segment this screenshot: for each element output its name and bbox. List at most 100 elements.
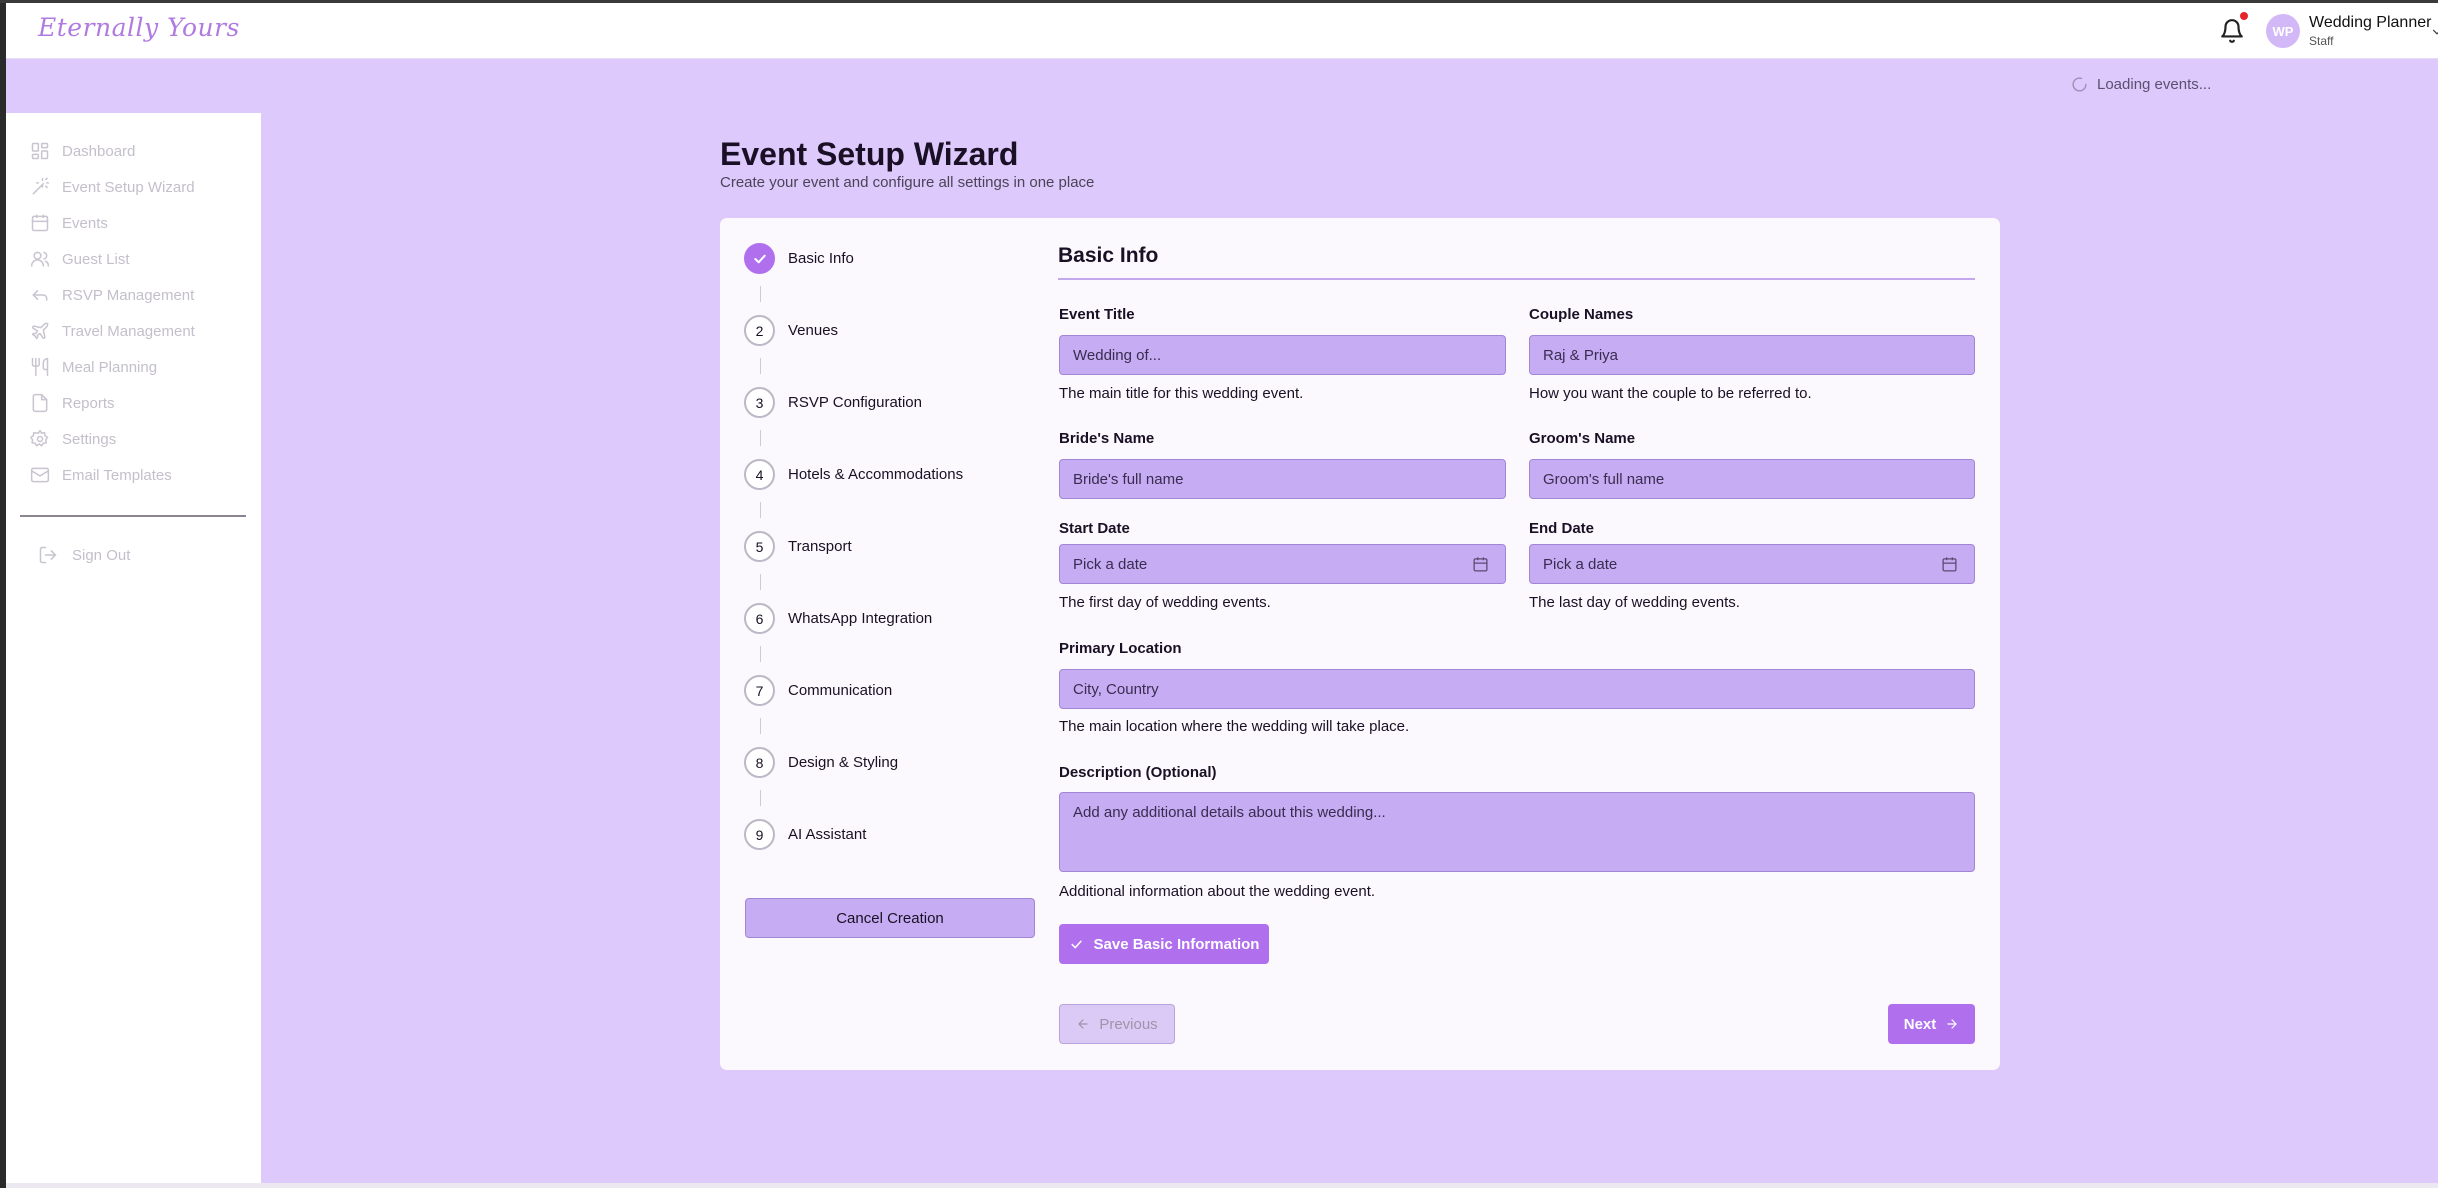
save-label: Save Basic Information bbox=[1093, 935, 1260, 953]
file-icon bbox=[32, 393, 48, 413]
reply-icon bbox=[32, 290, 48, 301]
sidebar: Dashboard Event Setup Wizard Events Gues… bbox=[6, 113, 261, 1183]
sidebar-item-event-setup-wizard[interactable]: Event Setup Wizard bbox=[30, 177, 195, 197]
sidebar-item-travel-management[interactable]: Travel Management bbox=[30, 321, 195, 341]
sidebar-item-label: Guest List bbox=[62, 250, 130, 268]
description-textarea[interactable]: Add any additional details about this we… bbox=[1059, 792, 1975, 872]
step-ai-assistant[interactable]: 9 AI Assistant bbox=[744, 819, 866, 850]
step-number: 8 bbox=[744, 747, 775, 778]
window-bottom-edge bbox=[6, 1183, 2438, 1188]
sidebar-item-events[interactable]: Events bbox=[30, 213, 108, 233]
sidebar-item-label: Reports bbox=[62, 394, 115, 412]
step-transport[interactable]: 5 Transport bbox=[744, 531, 852, 562]
step-label: Hotels & Accommodations bbox=[788, 466, 964, 483]
sidebar-item-meal-planning[interactable]: Meal Planning bbox=[30, 357, 157, 377]
mail-icon bbox=[30, 467, 50, 483]
sign-out-label: Sign Out bbox=[72, 546, 131, 564]
couple-names-label: Couple Names bbox=[1529, 306, 1634, 323]
step-connector bbox=[760, 790, 761, 806]
couple-names-input[interactable]: Raj & Priya bbox=[1529, 335, 1975, 375]
event-title-input[interactable]: Wedding of... bbox=[1059, 335, 1506, 375]
bride-name-placeholder: Bride's full name bbox=[1073, 470, 1184, 488]
sidebar-item-dashboard[interactable]: Dashboard bbox=[30, 141, 135, 161]
step-hotels-accommodations[interactable]: 4 Hotels & Accommodations bbox=[744, 459, 963, 490]
users-icon bbox=[30, 251, 50, 267]
arrow-left-icon bbox=[1078, 1019, 1088, 1029]
check-icon bbox=[753, 254, 766, 263]
app-header: Eternally Yours WP Wedding Planner Staff bbox=[6, 3, 2438, 59]
form-divider bbox=[1058, 278, 1975, 280]
log-out-icon bbox=[39, 546, 57, 564]
step-connector bbox=[760, 502, 761, 518]
step-label: Transport bbox=[788, 538, 852, 555]
step-design-styling[interactable]: 8 Design & Styling bbox=[744, 747, 898, 778]
description-label: Description (Optional) bbox=[1059, 764, 1217, 781]
bride-name-label: Bride's Name bbox=[1059, 430, 1155, 447]
avatar[interactable]: WP bbox=[2266, 14, 2300, 48]
groom-name-placeholder: Groom's full name bbox=[1543, 470, 1665, 488]
sidebar-item-reports[interactable]: Reports bbox=[30, 393, 115, 413]
app-logo[interactable]: Eternally Yours bbox=[38, 13, 240, 42]
sidebar-item-label: Travel Management bbox=[62, 322, 195, 340]
spinner-icon bbox=[2072, 77, 2087, 92]
bell-icon[interactable] bbox=[2219, 18, 2245, 44]
previous-button[interactable]: Previous bbox=[1059, 1004, 1175, 1044]
primary-location-input[interactable]: City, Country bbox=[1059, 669, 1975, 709]
step-connector bbox=[760, 574, 761, 590]
utensils-icon bbox=[31, 357, 49, 377]
primary-location-placeholder: City, Country bbox=[1073, 680, 1159, 698]
end-date-picker[interactable]: Pick a date bbox=[1529, 544, 1975, 584]
check-icon bbox=[1070, 940, 1082, 948]
step-venues[interactable]: 2 Venues bbox=[744, 315, 838, 346]
sidebar-item-label: Dashboard bbox=[62, 142, 136, 160]
page-subtitle: Create your event and configure all sett… bbox=[720, 174, 1095, 191]
page-title: Event Setup Wizard bbox=[720, 136, 1019, 172]
next-label: Next bbox=[1903, 1015, 1937, 1033]
step-rsvp-configuration[interactable]: 3 RSVP Configuration bbox=[744, 387, 922, 418]
step-label: AI Assistant bbox=[788, 826, 867, 843]
dashboard-icon bbox=[31, 142, 49, 160]
calendar-icon bbox=[31, 214, 49, 232]
step-label: Design & Styling bbox=[788, 754, 899, 771]
groom-name-label: Groom's Name bbox=[1529, 430, 1636, 447]
sidebar-item-label: RSVP Management bbox=[62, 286, 195, 304]
loading-indicator: Loading events... bbox=[2071, 76, 2211, 93]
couple-names-value: Raj & Priya bbox=[1543, 346, 1619, 364]
step-communication[interactable]: 7 Communication bbox=[744, 675, 892, 706]
step-connector bbox=[760, 286, 761, 302]
calendar-icon bbox=[1942, 557, 1957, 572]
step-number: 9 bbox=[744, 819, 775, 850]
sidebar-item-email-templates[interactable]: Email Templates bbox=[30, 465, 172, 485]
sidebar-divider bbox=[20, 515, 246, 517]
previous-label: Previous bbox=[1099, 1015, 1158, 1033]
step-connector bbox=[760, 646, 761, 662]
step-label: Basic Info bbox=[788, 250, 854, 267]
sidebar-item-rsvp-management[interactable]: RSVP Management bbox=[30, 285, 194, 305]
wand-icon bbox=[32, 177, 50, 195]
sidebar-item-settings[interactable]: Settings bbox=[30, 429, 116, 449]
start-date-picker[interactable]: Pick a date bbox=[1059, 544, 1506, 584]
step-connector bbox=[760, 358, 761, 374]
sidebar-item-guest-list[interactable]: Guest List bbox=[30, 249, 130, 269]
step-basic-info[interactable]: Basic Info bbox=[744, 243, 854, 274]
sidebar-item-label: Events bbox=[62, 214, 108, 232]
event-title-label: Event Title bbox=[1059, 306, 1135, 323]
sidebar-item-label: Settings bbox=[62, 430, 117, 448]
user-name[interactable]: Wedding Planner bbox=[2309, 14, 2431, 32]
end-date-label: End Date bbox=[1529, 520, 1595, 537]
groom-name-input[interactable]: Groom's full name bbox=[1529, 459, 1975, 499]
start-date-help: The first day of wedding events. bbox=[1059, 594, 1271, 611]
start-date-placeholder: Pick a date bbox=[1073, 555, 1148, 573]
cancel-creation-button[interactable]: Cancel Creation bbox=[745, 898, 1035, 938]
chevron-down-icon[interactable] bbox=[2430, 25, 2438, 39]
save-basic-information-button[interactable]: Save Basic Information bbox=[1059, 924, 1269, 964]
sidebar-item-label: Email Templates bbox=[62, 466, 172, 484]
sign-out-button[interactable]: Sign Out bbox=[38, 545, 130, 565]
calendar-icon bbox=[1473, 557, 1488, 572]
primary-location-label: Primary Location bbox=[1059, 640, 1182, 657]
bride-name-input[interactable]: Bride's full name bbox=[1059, 459, 1506, 499]
step-whatsapp-integration[interactable]: 6 WhatsApp Integration bbox=[744, 603, 932, 634]
next-button[interactable]: Next bbox=[1888, 1004, 1975, 1044]
step-number: 2 bbox=[744, 315, 775, 346]
step-number: 6 bbox=[744, 603, 775, 634]
